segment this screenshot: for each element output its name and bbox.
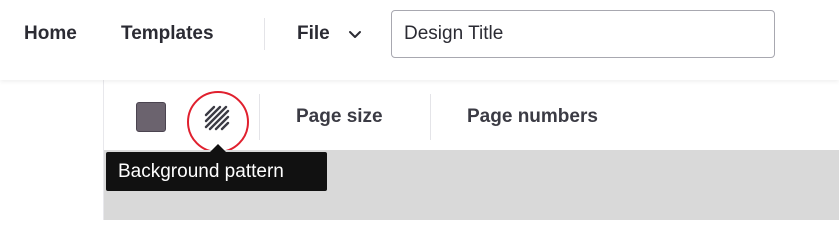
left-panel [0,80,103,220]
top-header: Home Templates File [0,0,839,80]
file-menu-button[interactable]: File [297,22,361,46]
toolbar-divider [259,94,260,140]
file-menu-label: File [297,23,330,44]
background-color-swatch[interactable] [136,102,166,132]
header-divider [264,18,265,50]
page-numbers-button[interactable]: Page numbers [467,105,598,129]
background-pattern-button[interactable] [186,91,250,153]
nav-templates-link[interactable]: Templates [121,22,214,46]
background-toolbar: Page size Page numbers [103,80,839,153]
toolbar-divider [430,94,431,140]
diagonal-stripes-icon [204,105,230,131]
chevron-down-icon [349,31,361,38]
tooltip-arrow [210,144,226,152]
background-pattern-tooltip: Background pattern [106,152,327,191]
page-size-button[interactable]: Page size [296,105,383,129]
nav-home-link[interactable]: Home [24,22,77,46]
design-title-input[interactable] [391,10,775,58]
